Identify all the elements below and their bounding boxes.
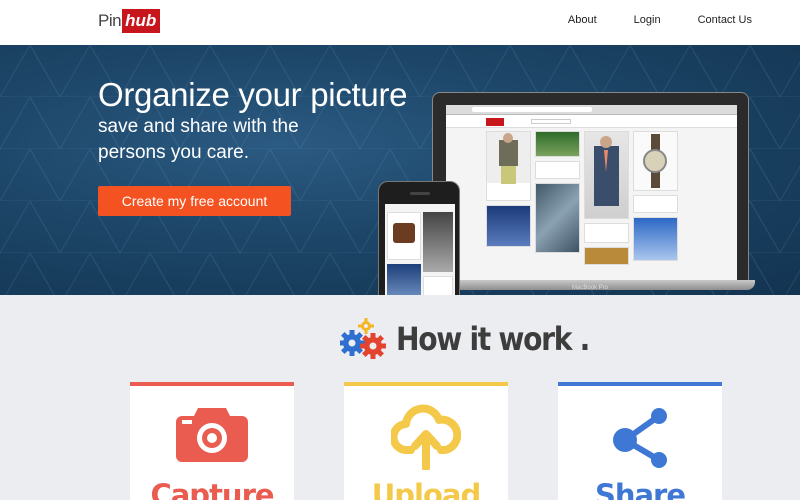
mini-search [531, 119, 571, 124]
logo-pin-text: Pin [98, 11, 122, 30]
cloud-upload-icon [391, 404, 461, 470]
pin-column [535, 131, 580, 265]
pin-card [584, 247, 629, 265]
site-header: Pin hub About Login Contact Us [0, 0, 800, 45]
how-it-works-title: How it work . [396, 320, 590, 358]
pin-column [633, 131, 678, 265]
pin-card [535, 131, 580, 157]
create-account-button[interactable]: Create my free account [98, 186, 291, 216]
pin-column [486, 131, 531, 265]
gears-icon [340, 318, 386, 359]
pin-card [486, 205, 531, 247]
mini-site-header [446, 115, 737, 128]
logo[interactable]: Pin hub [98, 9, 161, 33]
pin-card [584, 223, 629, 243]
laptop-screen-content [446, 105, 737, 280]
nav-link-contact[interactable]: Contact Us [698, 14, 752, 26]
browser-url-field [472, 107, 592, 112]
capture-label: Capture [150, 478, 274, 500]
nav-link-login[interactable]: Login [634, 14, 661, 26]
hero-subtitle: save and share with the persons you care… [98, 116, 299, 163]
hero-banner: Organize your picture save and share wit… [0, 45, 800, 295]
camera-icon [176, 408, 248, 462]
how-it-works-heading: How it work . [340, 317, 615, 361]
phone-pin [423, 212, 453, 272]
pin-card [486, 131, 531, 201]
phone-speaker [410, 192, 430, 195]
capture-card[interactable]: Capture [130, 382, 294, 500]
pin-grid [486, 131, 678, 265]
phone-mockup [378, 181, 460, 295]
share-label: Share [594, 478, 686, 500]
browser-bar [446, 105, 737, 115]
upload-label: Upload [371, 478, 482, 500]
upload-card[interactable]: Upload [344, 382, 508, 500]
laptop-label: MacBook Pro [572, 285, 609, 291]
share-icon [613, 408, 667, 468]
pin-card [535, 183, 580, 253]
hero-title: Organize your picture [98, 76, 408, 113]
laptop-mockup: MacBook Pro [426, 92, 755, 292]
mini-logo [486, 118, 504, 126]
pin-card [633, 195, 678, 213]
pin-card [535, 161, 580, 179]
pin-card [633, 131, 678, 191]
share-card[interactable]: Share [558, 382, 722, 500]
laptop-screen [432, 92, 749, 282]
phone-pin [423, 276, 453, 295]
pin-card [633, 217, 678, 261]
phone-pin [387, 264, 421, 295]
logo-hub-text: hub [122, 9, 161, 33]
pin-column [584, 131, 629, 265]
phone-screen [385, 204, 455, 295]
phone-pin [387, 212, 421, 260]
main-nav: About Login Contact Us [568, 14, 752, 26]
pin-card [584, 131, 629, 219]
nav-link-about[interactable]: About [568, 14, 597, 26]
